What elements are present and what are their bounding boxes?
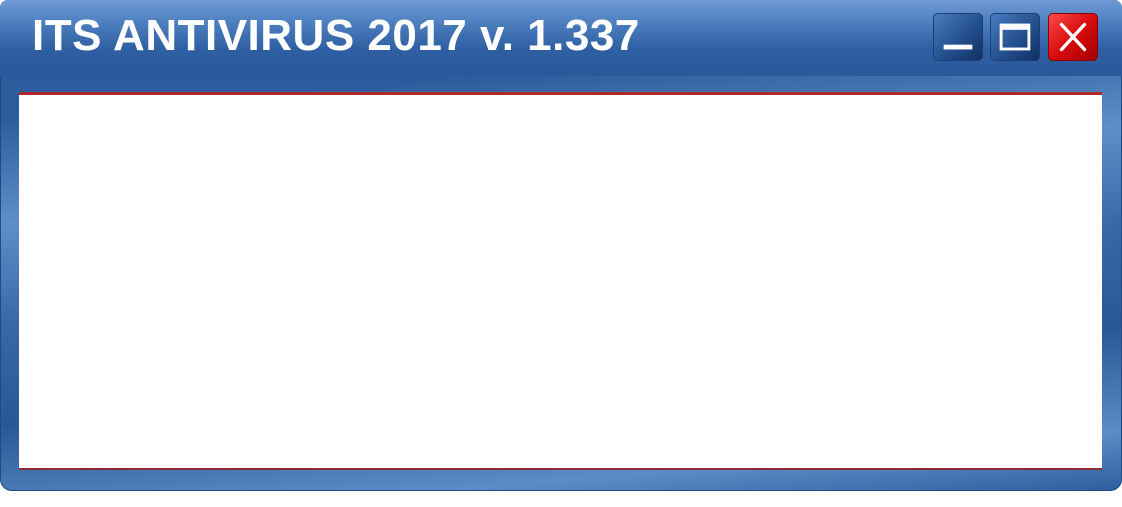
close-icon — [1059, 22, 1087, 52]
content-area — [19, 92, 1102, 470]
window-title: ITS ANTIVIRUS 2017 v. 1.337 — [32, 11, 640, 60]
maximize-icon — [999, 23, 1031, 51]
maximize-button[interactable] — [990, 13, 1040, 61]
title-bar[interactable]: ITS ANTIVIRUS 2017 v. 1.337 — [0, 0, 1122, 76]
app-window: ITS ANTIVIRUS 2017 v. 1.337 — [0, 0, 1122, 491]
minimize-button[interactable] — [933, 13, 983, 61]
close-button[interactable] — [1048, 13, 1098, 61]
minimize-icon — [943, 44, 973, 50]
